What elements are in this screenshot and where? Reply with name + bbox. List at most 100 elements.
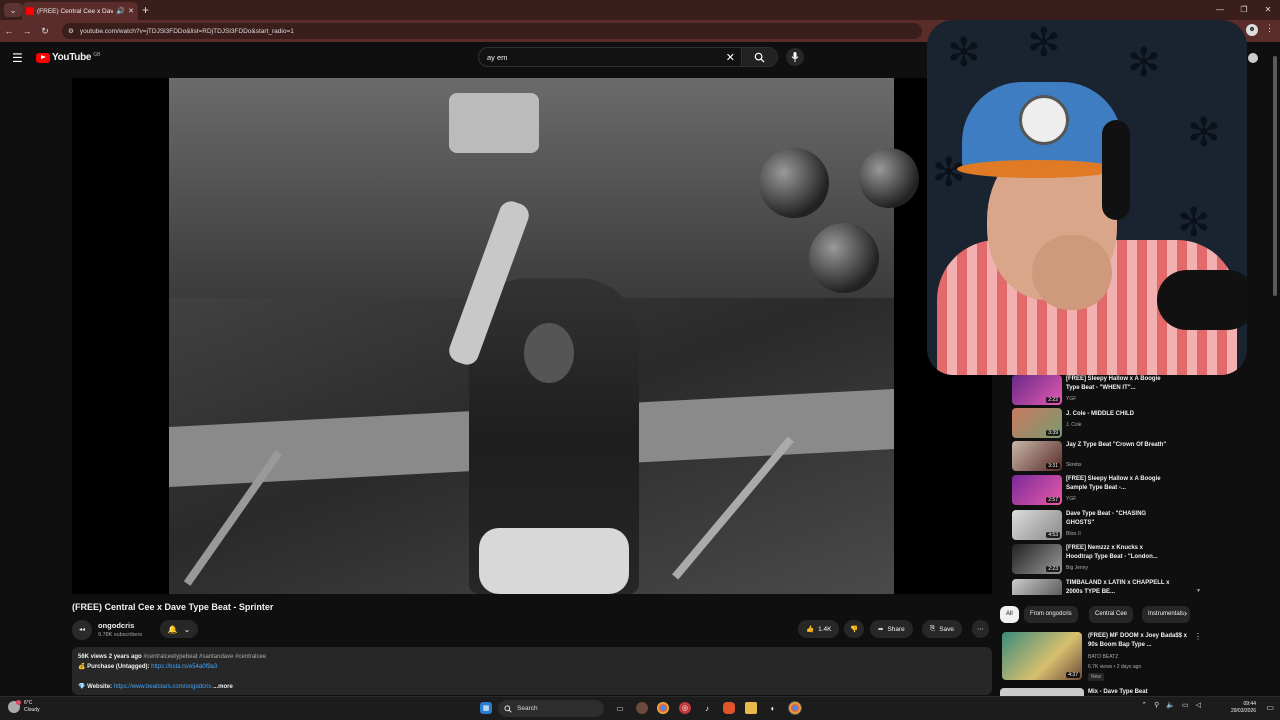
- playlist-item[interactable]: 3:39 J. Cole - MIDDLE CHILD J. Cole: [1012, 408, 1198, 440]
- menu-icon[interactable]: ☰: [12, 51, 23, 65]
- voice-search-button[interactable]: [786, 48, 804, 66]
- address-bar[interactable]: ⚙ youtube.com/watch?v=jTDJSl3FDDo&list=R…: [62, 23, 922, 39]
- playlist-scroll-down-icon[interactable]: ▼: [1196, 588, 1201, 594]
- browser-tab-title: (FREE) Central Cee x Dave: [37, 7, 114, 15]
- chrome-icon[interactable]: [657, 702, 669, 714]
- new-tab-button[interactable]: +: [142, 3, 149, 17]
- search-input[interactable]: ay em: [487, 53, 726, 62]
- playlist-item[interactable]: TIMBALAND x LATIN x CHAPPELL x 2000s TYP…: [1012, 579, 1198, 595]
- tray-chevron-icon[interactable]: ⌃: [1141, 701, 1147, 709]
- clear-search-icon[interactable]: ✕: [726, 51, 735, 64]
- speaker-icon[interactable]: 🔈: [1166, 701, 1175, 709]
- share-button[interactable]: ➦ Share: [870, 620, 913, 638]
- playlist-item-channel: Big Jenny: [1066, 565, 1088, 571]
- dislike-button[interactable]: 👎: [844, 620, 865, 638]
- youtube-play-icon: [36, 52, 50, 63]
- chips-next-icon[interactable]: ›: [1184, 608, 1187, 618]
- tab-close-icon[interactable]: ✕: [128, 7, 134, 15]
- hashtags[interactable]: #centralceetypebeat #santandave #central…: [143, 654, 266, 660]
- window-close-button[interactable]: ✕: [1256, 0, 1280, 20]
- reload-button[interactable]: ↻: [36, 26, 54, 37]
- account-avatar[interactable]: [1248, 53, 1258, 63]
- website-link[interactable]: https://www.beatstars.com/ongodcris: [114, 684, 212, 690]
- app-icon[interactable]: [636, 702, 648, 714]
- video-performer-shorts: [479, 528, 629, 594]
- recommended-video[interactable]: 4:37 (FREE) MF DOOM x Joey Bada$$ x 90s …: [1000, 630, 1205, 686]
- filter-chips: All From ongodcris Central Cee Instrumen…: [1000, 606, 1200, 624]
- clock[interactable]: 09:44 29/03/2026: [1231, 701, 1256, 715]
- leaf-pattern-icon: ✻: [932, 151, 966, 195]
- volume-icon[interactable]: ◁: [1196, 701, 1201, 709]
- site-info-icon[interactable]: ⚙: [68, 27, 74, 35]
- weather-temp: 6°C: [24, 700, 33, 706]
- more-actions-button[interactable]: ⋯: [972, 620, 989, 638]
- usb-icon[interactable]: ⚲: [1154, 701, 1159, 709]
- profile-icon[interactable]: ☻: [1246, 24, 1258, 36]
- purchase-link[interactable]: https://bsta.rs/e54a0f9a3: [151, 664, 217, 670]
- recommended-video-2[interactable]: Mix - Dave Type Beat: [1000, 688, 1200, 696]
- chevron-down-icon: ⌄: [183, 624, 191, 634]
- like-button[interactable]: 👍 1.4K: [798, 620, 840, 638]
- show-more-link[interactable]: ...more: [213, 684, 233, 690]
- video-player[interactable]: [72, 78, 992, 594]
- chip-instrumentals[interactable]: Instrumentals: [1142, 606, 1191, 623]
- playlist-item[interactable]: 4:53 Dave Type Beat - "CHASING GHOSTS" B…: [1012, 510, 1198, 542]
- network-icon[interactable]: ▭: [1182, 701, 1189, 709]
- search-box[interactable]: ay em ✕: [478, 47, 778, 67]
- forward-button[interactable]: →: [18, 26, 36, 36]
- leaf-pattern-icon: ✻: [1027, 21, 1061, 65]
- notification-icon[interactable]: ▭: [1266, 703, 1274, 712]
- video-performer-head: [524, 323, 574, 383]
- app-icon-3[interactable]: ◐: [767, 702, 779, 714]
- description-box[interactable]: 56K views 2 years ago #centralceetypebea…: [72, 647, 992, 695]
- subscriber-count: 9.78K subscribers: [98, 632, 143, 638]
- chip-all[interactable]: All: [1000, 606, 1019, 623]
- weather-condition: Cloudy: [24, 707, 40, 713]
- minimize-button[interactable]: —: [1208, 0, 1232, 20]
- channel-name[interactable]: ongodcris: [98, 621, 134, 630]
- back-button[interactable]: ←: [0, 26, 18, 36]
- file-explorer-icon[interactable]: [745, 702, 757, 714]
- playlist-item-channel: J. Cole: [1066, 422, 1082, 428]
- recommended-channel: BATO BEATZ: [1088, 654, 1119, 660]
- notifications-button[interactable]: 🔔 ⌄: [160, 620, 198, 638]
- chip-from-channel[interactable]: From ongodcris: [1024, 606, 1078, 623]
- purchase-line: 💰 Purchase (Untagged): https://bsta.rs/e…: [78, 662, 986, 672]
- cloud-icon: [8, 700, 21, 713]
- chip-central-cee[interactable]: Central Cee: [1089, 606, 1134, 623]
- app-icon-2[interactable]: ◎: [679, 702, 691, 714]
- url-text: youtube.com/watch?v=jTDJSl3FDDo&list=RDj…: [79, 27, 294, 35]
- clock-date: 29/03/2026: [1230, 708, 1256, 714]
- playlist-thumbnail: 2:22: [1012, 375, 1062, 405]
- brave-icon[interactable]: [723, 702, 735, 714]
- more-options-icon[interactable]: ⋮: [1194, 632, 1202, 641]
- taskbar-search[interactable]: Search: [498, 700, 604, 717]
- playlist-item-title: [FREE] Sleepy Hallow x A Boogie Sample T…: [1066, 476, 1161, 491]
- task-view-icon[interactable]: ▭: [614, 702, 626, 714]
- leaf-pattern-icon: ✻: [1177, 201, 1211, 245]
- browser-menu-icon[interactable]: ⋮: [1265, 23, 1274, 34]
- start-icon[interactable]: ▦: [480, 702, 492, 714]
- weather-widget[interactable]: 6°C Cloudy: [8, 700, 40, 714]
- duration-badge: 2:57: [1046, 497, 1060, 503]
- search-button[interactable]: [741, 48, 777, 66]
- playlist-item[interactable]: 3:31 Jay Z Type Beat "Crown Of Breath" S…: [1012, 441, 1198, 473]
- playlist-item[interactable]: 2:57 [FREE] Sleepy Hallow x A Boogie Sam…: [1012, 475, 1198, 507]
- playlist-item[interactable]: 2:22 [FREE] Sleepy Hallow x A Boogie Typ…: [1012, 375, 1198, 407]
- browser-tab[interactable]: (FREE) Central Cee x Dave 🔊 ✕: [22, 2, 138, 20]
- save-button[interactable]: ⎘ Save: [922, 620, 963, 638]
- tiktok-icon[interactable]: ♪: [701, 702, 713, 714]
- youtube-logo[interactable]: YouTube GB: [36, 52, 100, 63]
- scrollbar-thumb[interactable]: [1273, 56, 1277, 296]
- duration-badge: 4:53: [1046, 532, 1060, 538]
- maximize-button[interactable]: ❐: [1232, 0, 1256, 20]
- tab-search-button[interactable]: ⌄: [4, 3, 22, 17]
- chrome-active-icon[interactable]: [788, 701, 802, 715]
- page-scrollbar[interactable]: [1272, 48, 1278, 688]
- video-light-1: [759, 148, 829, 218]
- tab-audio-icon[interactable]: 🔊: [116, 7, 125, 15]
- channel-avatar[interactable]: ◂◂: [72, 620, 92, 640]
- playlist-item[interactable]: 2:23 [FREE] Nemzzz x Knucks x Hoodtrap T…: [1012, 544, 1198, 576]
- duration-badge: 3:39: [1046, 430, 1060, 436]
- thumbs-down-icon: 👎: [850, 626, 859, 633]
